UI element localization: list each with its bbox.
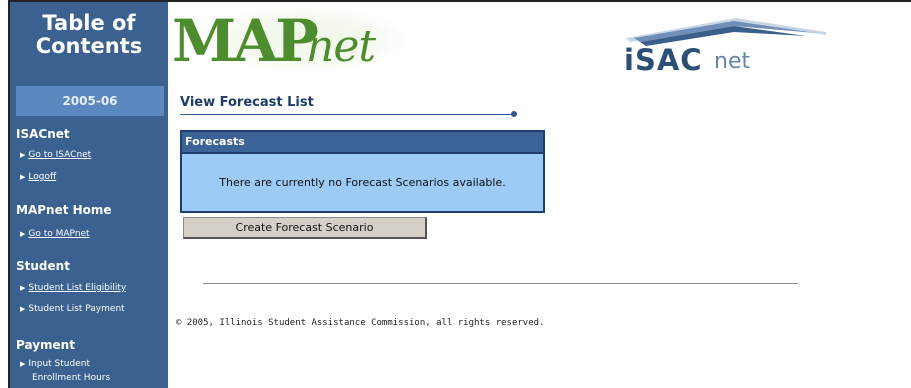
- section-isacnet: ISACnet: [16, 127, 70, 141]
- arrow-right-icon: ▶: [20, 360, 26, 368]
- link-go-to-mapnet[interactable]: ▶ Go to MAPnet: [20, 229, 90, 239]
- heading-dot-icon: [511, 111, 517, 117]
- link-go-to-isacnet[interactable]: ▶ Go to ISACnet: [20, 150, 91, 160]
- forecasts-panel: Forecasts There are currently no Forecas…: [180, 130, 545, 213]
- section-payment: Payment: [16, 338, 75, 352]
- year-box: 2005-06: [16, 86, 164, 116]
- isacnet-logo-net: net: [714, 49, 751, 74]
- arrow-right-icon: ▶: [20, 284, 26, 292]
- link-student-list-payment[interactable]: ▶ Student List Payment: [20, 304, 125, 314]
- section-student: Student: [16, 259, 70, 273]
- link-label: Go to MAPnet: [28, 229, 90, 239]
- mapnet-logo: MAP net: [172, 6, 408, 76]
- arrow-right-icon: ▶: [20, 305, 26, 313]
- mapnet-logo-net: net: [306, 21, 376, 72]
- link-label: Enrollment Hours: [32, 373, 111, 383]
- isacnet-logo: iSAC net: [616, 12, 836, 82]
- link-label: Student List Eligibility: [28, 283, 127, 293]
- link-label: Student List Payment: [28, 304, 125, 314]
- isacnet-logo-isac: iSAC: [624, 43, 703, 77]
- create-forecast-scenario-button[interactable]: Create Forecast Scenario: [183, 217, 427, 239]
- link-label: Input Student: [28, 359, 90, 369]
- footer-divider: [203, 283, 798, 284]
- link-label: Go to ISACnet: [28, 150, 92, 160]
- link-logoff[interactable]: ▶ Logoff: [20, 172, 56, 182]
- arrow-right-icon: ▶: [20, 151, 26, 159]
- link-student-list-eligibility[interactable]: ▶ Student List Eligibility: [20, 283, 126, 293]
- mapnet-logo-map: MAP: [172, 7, 319, 75]
- toc-title-line1: Table of: [42, 11, 136, 35]
- copyright-text: © 2005, Illinois Student Assistance Comm…: [176, 318, 545, 328]
- arrow-right-icon: ▶: [20, 230, 26, 238]
- forecasts-panel-header: Forecasts: [182, 132, 543, 154]
- arrow-right-icon: ▶: [20, 173, 26, 181]
- section-mapnet-home: MAPnet Home: [16, 203, 112, 217]
- page-title: View Forecast List: [180, 95, 314, 110]
- toc-title-line2: Contents: [35, 34, 143, 58]
- link-input-student-enrollment-hours[interactable]: ▶ Input Student: [20, 359, 90, 369]
- heading-underline: [180, 114, 514, 115]
- forecasts-empty-message: There are currently no Forecast Scenario…: [219, 176, 506, 189]
- toc-title: Table of Contents: [10, 12, 168, 58]
- table-of-contents-sidebar: Table of Contents 2005-06 ISACnet ▶ Go to…: [10, 2, 168, 388]
- link-label: Logoff: [28, 172, 57, 182]
- link-label-continued[interactable]: Enrollment Hours: [32, 373, 110, 383]
